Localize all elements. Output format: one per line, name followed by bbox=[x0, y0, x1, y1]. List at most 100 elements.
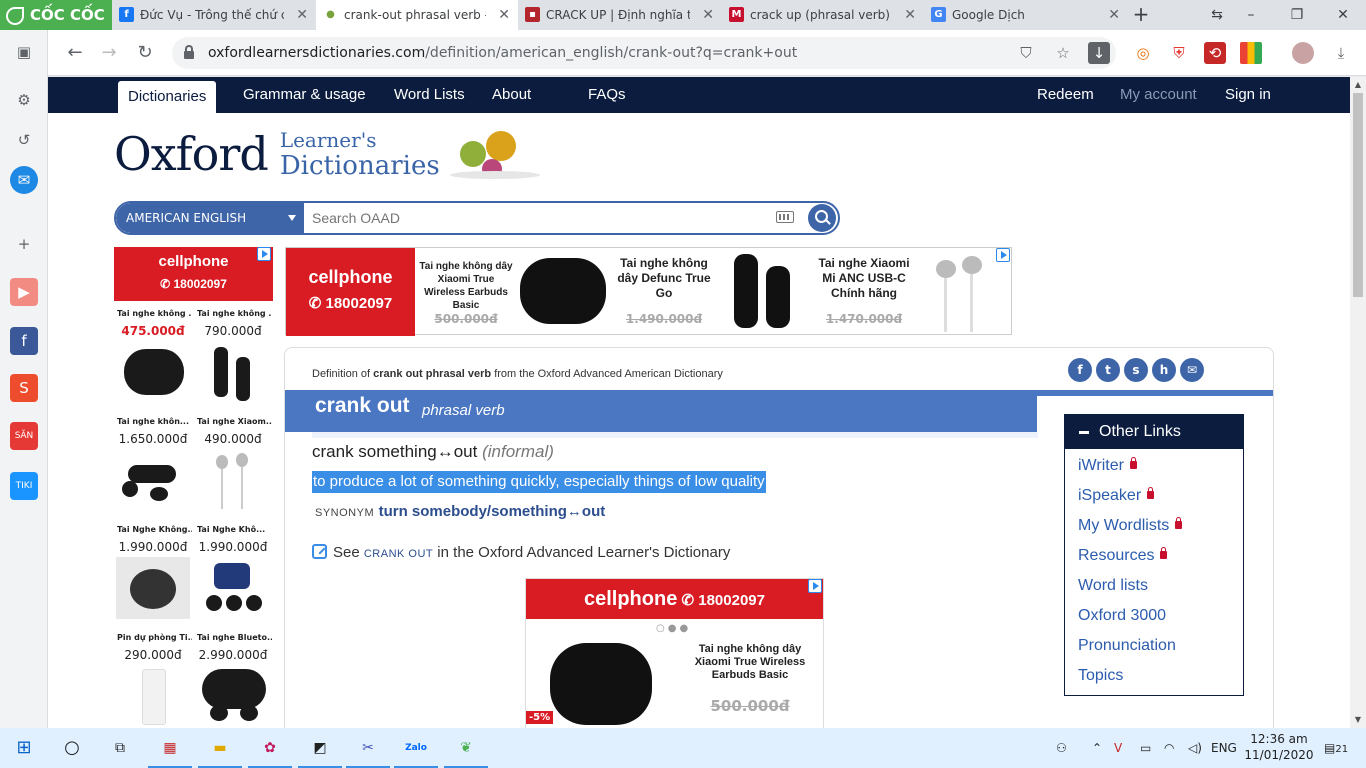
app-icon[interactable]: ▦ bbox=[148, 734, 192, 768]
ad-product[interactable]: Tai Nghe Khô... 1.990.000đ bbox=[194, 523, 272, 631]
adblock-icon[interactable]: ⛨ bbox=[1168, 42, 1190, 64]
facebook-sidebar-icon[interactable]: f bbox=[10, 327, 38, 355]
scroll-up-arrow-icon[interactable]: ▲ bbox=[1350, 77, 1366, 93]
close-tab-icon[interactable]: ✕ bbox=[498, 0, 510, 30]
nav-redeem[interactable]: Redeem bbox=[1037, 77, 1094, 113]
ad-product[interactable]: Tai Nghe Không... 1.990.000đ bbox=[114, 523, 192, 631]
battery-icon[interactable]: ▭ bbox=[1140, 738, 1151, 758]
ad-product[interactable]: Pin dự phòng Ti... 290.000đ bbox=[114, 631, 192, 728]
extension-icon[interactable]: ◎ bbox=[1132, 42, 1154, 64]
other-link-my-wordlists[interactable]: My Wordlists bbox=[1078, 517, 1183, 535]
zalo-icon[interactable]: Zalo bbox=[394, 734, 438, 768]
adchoices-icon[interactable] bbox=[257, 247, 271, 261]
other-link-ispeaker[interactable]: iSpeaker bbox=[1078, 487, 1155, 505]
synonym-link[interactable]: turn somebody/something↔out bbox=[379, 503, 606, 520]
nav-dictionaries[interactable]: Dictionaries bbox=[118, 81, 217, 113]
download-page-icon[interactable]: ↓ bbox=[1088, 42, 1110, 64]
other-link-iwriter[interactable]: iWriter bbox=[1078, 457, 1137, 475]
dictionary-select[interactable]: AMERICAN ENGLISH bbox=[116, 203, 304, 233]
tray-expand-icon[interactable]: ⌃ bbox=[1092, 738, 1102, 758]
shield-icon[interactable]: ⛉ bbox=[1015, 42, 1037, 64]
nav-grammar-usage[interactable]: Grammar & usage bbox=[243, 77, 366, 113]
twitter-share-icon[interactable]: t bbox=[1096, 358, 1120, 382]
close-tab-icon[interactable]: ✕ bbox=[702, 0, 714, 30]
tab-cambridge[interactable]: ▪ CRACK UP | Định nghĩa tron ✕ bbox=[518, 0, 722, 30]
settings-icon[interactable]: ⚙ bbox=[10, 86, 38, 114]
snipping-tool-icon[interactable]: ✂ bbox=[346, 734, 390, 768]
coccoc-logo[interactable]: CỐC CỐC bbox=[0, 0, 112, 30]
people-icon[interactable]: ⚇ bbox=[1056, 738, 1067, 758]
input-language[interactable]: ENG bbox=[1211, 738, 1237, 758]
tray-app-icon[interactable]: V bbox=[1114, 738, 1122, 758]
task-view-icon[interactable]: ⧉ bbox=[106, 734, 134, 762]
hatena-share-icon[interactable]: h bbox=[1152, 358, 1176, 382]
minimize-button[interactable]: – bbox=[1228, 0, 1274, 30]
file-explorer-icon[interactable]: ▬ bbox=[198, 734, 242, 768]
extension-red-icon[interactable]: ⟲ bbox=[1204, 42, 1226, 64]
ad-product[interactable]: Tai nghe Xiaom... 490.000đ bbox=[194, 415, 272, 523]
coccoc-taskbar-icon[interactable]: ❦ bbox=[444, 734, 488, 768]
other-link-oxford-3000[interactable]: Oxford 3000 bbox=[1078, 607, 1166, 625]
nav-sign-in[interactable]: Sign in bbox=[1225, 77, 1271, 113]
adchoices-icon[interactable] bbox=[808, 579, 822, 593]
shopee-icon[interactable]: S bbox=[10, 374, 38, 402]
history-icon[interactable]: ↺ bbox=[10, 126, 38, 154]
close-tab-icon[interactable]: ✕ bbox=[904, 0, 916, 30]
close-tab-icon[interactable]: ✕ bbox=[1108, 0, 1120, 30]
clock[interactable]: 12:36 am 11/01/2020 bbox=[1244, 731, 1314, 763]
messenger-icon[interactable]: ✉ bbox=[10, 166, 38, 194]
add-sidebar-icon[interactable]: + bbox=[10, 230, 38, 258]
ad-product[interactable]: Tai nghe khôn... 1.650.000đ bbox=[114, 415, 192, 523]
maximize-button[interactable]: ❐ bbox=[1274, 0, 1320, 30]
avatar[interactable] bbox=[1292, 42, 1314, 64]
windows-start-icon[interactable]: ⊞ bbox=[10, 734, 38, 762]
youtube-icon[interactable]: ▶ bbox=[10, 278, 38, 306]
other-links-toggle[interactable]: Other Links bbox=[1065, 415, 1243, 449]
scroll-down-arrow-icon[interactable]: ▼ bbox=[1350, 712, 1366, 728]
nav-word-lists[interactable]: Word Lists bbox=[394, 77, 465, 113]
other-link-word-lists[interactable]: Word lists bbox=[1078, 577, 1148, 595]
left-ad[interactable]: cellphone ✆ 18002097 Tai nghe không ... … bbox=[114, 247, 273, 728]
app-window-icon[interactable]: ◩ bbox=[298, 734, 342, 768]
address-bar[interactable]: oxfordlearnersdictionaries.com/definitio… bbox=[172, 37, 1116, 69]
other-link-resources[interactable]: Resources bbox=[1078, 547, 1168, 565]
wifi-icon[interactable]: ◠ bbox=[1164, 738, 1174, 758]
ad-product[interactable]: Tai nghe không ... 475.000đ bbox=[114, 307, 192, 415]
color-extension-icon[interactable] bbox=[1240, 42, 1262, 64]
oxford-logo[interactable]: Oxford Learner's Dictionaries bbox=[114, 129, 440, 181]
new-tab-button[interactable]: + bbox=[1128, 0, 1154, 30]
search-button[interactable] bbox=[808, 204, 836, 232]
tab-facebook[interactable]: f Đức Vụ - Trông thế chứ có b ✕ bbox=[112, 0, 316, 30]
keyboard-icon[interactable] bbox=[776, 211, 794, 223]
search-icon[interactable]: ○ bbox=[58, 734, 86, 762]
download-icon[interactable]: ⤓ bbox=[1330, 42, 1352, 64]
nav-about[interactable]: About bbox=[492, 77, 531, 113]
see-also[interactable]: See CRANK OUT in the Oxford Advanced Lea… bbox=[312, 544, 730, 561]
tiki-icon[interactable]: TIKI bbox=[10, 472, 38, 500]
bookmark-star-icon[interactable]: ☆ bbox=[1052, 42, 1074, 64]
notifications-icon[interactable]: ▤21 bbox=[1324, 738, 1348, 760]
tab-oxford[interactable]: ● crank-out phrasal verb - De ✕ bbox=[316, 0, 518, 30]
inline-ad[interactable]: cellphone ✆ 18002097 ○●● Tai nghe không … bbox=[525, 578, 824, 728]
page-scrollbar[interactable]: ▲ ▼ bbox=[1350, 77, 1366, 728]
other-link-pronunciation[interactable]: Pronunciation bbox=[1078, 637, 1176, 655]
sidebar-toggle-icon[interactable]: ▣ bbox=[10, 38, 38, 66]
adchoices-icon[interactable] bbox=[996, 248, 1010, 262]
top-banner-ad[interactable]: cellphone ✆ 18002097 Tai nghe không dây … bbox=[285, 247, 1012, 336]
back-button[interactable]: ← bbox=[60, 38, 90, 68]
scrollbar-thumb[interactable] bbox=[1353, 93, 1363, 297]
nav-my-account[interactable]: My account bbox=[1120, 77, 1197, 113]
close-tab-icon[interactable]: ✕ bbox=[296, 0, 308, 30]
other-link-topics[interactable]: Topics bbox=[1078, 667, 1123, 685]
ad-product[interactable]: Tai nghe không ... 790.000đ bbox=[194, 307, 272, 415]
search-input[interactable] bbox=[312, 207, 762, 229]
email-share-icon[interactable]: ✉ bbox=[1180, 358, 1204, 382]
ad-product[interactable]: Tai nghe Blueto... 2.990.000đ bbox=[194, 631, 272, 728]
nav-faqs[interactable]: FAQs bbox=[588, 77, 626, 113]
forward-button[interactable]: → bbox=[94, 38, 124, 68]
stumbleupon-share-icon[interactable]: s bbox=[1124, 358, 1148, 382]
facebook-share-icon[interactable]: f bbox=[1068, 358, 1092, 382]
deal-icon[interactable]: SĂN bbox=[10, 422, 38, 450]
close-window-button[interactable]: ✕ bbox=[1320, 0, 1366, 30]
paint-app-icon[interactable]: ✿ bbox=[248, 734, 292, 768]
